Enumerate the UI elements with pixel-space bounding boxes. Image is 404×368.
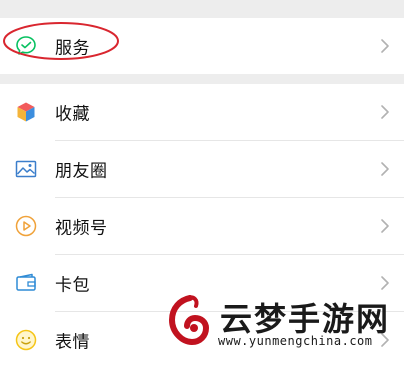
top-gap bbox=[0, 0, 404, 18]
menu-item-label: 卡包 bbox=[55, 275, 90, 296]
menu-item-label: 收藏 bbox=[55, 104, 90, 125]
menu-item-service[interactable]: 服务 bbox=[0, 18, 404, 74]
chevron-right-icon bbox=[380, 161, 390, 177]
menu-item-label: 服务 bbox=[55, 38, 90, 59]
menu-group-main: 收藏 朋友圈 视频号 卡包 表情 bbox=[0, 84, 404, 368]
menu-item-label: 表情 bbox=[55, 332, 90, 353]
menu-item-label: 朋友圈 bbox=[55, 161, 108, 182]
menu-group-service: 服务 bbox=[0, 18, 404, 74]
chevron-right-icon bbox=[380, 275, 390, 291]
emoji-icon bbox=[14, 328, 38, 352]
chevron-right-icon bbox=[380, 218, 390, 234]
chevron-right-icon bbox=[380, 332, 390, 348]
moments-icon bbox=[14, 157, 38, 181]
channels-icon bbox=[14, 214, 38, 238]
service-icon bbox=[14, 34, 38, 58]
menu-item-emoji[interactable]: 表情 bbox=[0, 312, 404, 368]
menu-item-moments[interactable]: 朋友圈 bbox=[0, 141, 404, 197]
favorites-icon bbox=[14, 100, 38, 124]
chevron-right-icon bbox=[380, 38, 390, 54]
menu-item-favorites[interactable]: 收藏 bbox=[0, 84, 404, 140]
menu-item-card-wallet[interactable]: 卡包 bbox=[0, 255, 404, 311]
menu-item-channels[interactable]: 视频号 bbox=[0, 198, 404, 254]
chevron-right-icon bbox=[380, 104, 390, 120]
mid-gap bbox=[0, 74, 404, 84]
card-wallet-icon bbox=[14, 271, 38, 295]
menu-item-label: 视频号 bbox=[55, 218, 108, 239]
